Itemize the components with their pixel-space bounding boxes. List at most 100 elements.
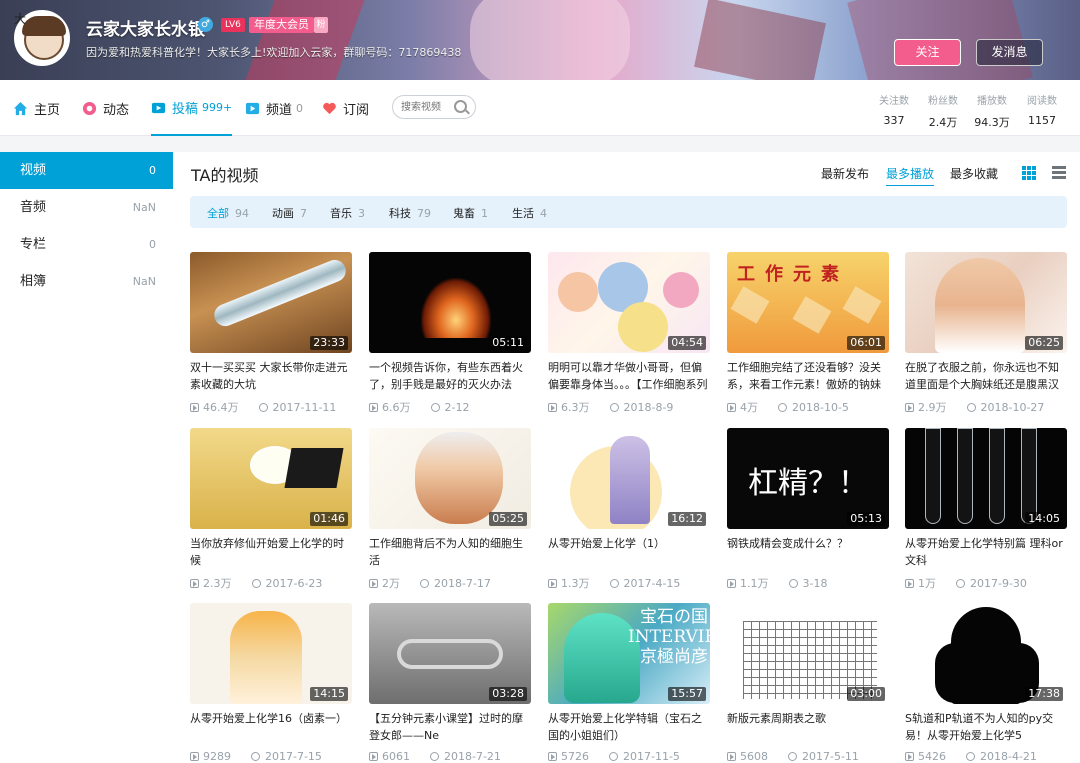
video-thumbnail[interactable]: 14:05 [905, 428, 1067, 529]
video-card[interactable]: 工作元素 06:01 工作细胞完结了还没看够？没关系，来看工作元素！傲娇的钠妹子… [727, 252, 889, 415]
video-thumbnail[interactable]: 04:54 [548, 252, 710, 353]
clock-icon [609, 578, 619, 588]
clock-icon [778, 402, 787, 412]
list-view-icon[interactable] [1052, 166, 1066, 180]
video-thumbnail[interactable]: 宝石の国 INTERVIEW 京極尚彦 15:57 [548, 603, 710, 704]
video-card[interactable]: 03:00 新版元素周期表之歌 5608 2017-5-11 [727, 603, 889, 763]
filter-life[interactable]: 生活 4 [512, 205, 547, 221]
video-duration: 05:13 [847, 512, 885, 526]
play-count-icon [369, 402, 378, 412]
video-card[interactable]: 06:25 在脱了衣服之前，你永远也不知道里面是个大胸妹纸还是腹黑汉砸！ 2.9… [905, 252, 1067, 415]
search-icon[interactable] [454, 100, 467, 113]
video-title[interactable]: 工作细胞背后不为人知的细胞生活 [369, 535, 531, 569]
upload-date: 2017-7-15 [265, 750, 322, 763]
sidebar-item-articles[interactable]: 专栏 0 [0, 226, 173, 263]
filter-animation[interactable]: 动画 7 [272, 205, 307, 221]
stat-fans[interactable]: 粉丝数 2.4万 [918, 92, 968, 130]
video-title[interactable]: 从零开始爱上化学16（卤素一） [190, 710, 352, 744]
video-card[interactable]: 杠精？！ 05:13 钢铁成精会变成什么？？ 1.1万 3-18 [727, 428, 889, 591]
sidebar-item-count: 0 [149, 164, 156, 177]
video-meta: 2.9万 2018-10-27 [905, 399, 1067, 415]
upload-date: 2017-5-11 [802, 750, 859, 763]
stat-following[interactable]: 关注数 337 [869, 92, 919, 127]
video-thumbnail[interactable]: 01:46 [190, 428, 352, 529]
video-card[interactable]: 23:33 双十一买买买 大家长带你走进元素收藏的大坑 46.4万 2017-11… [190, 252, 352, 415]
follow-button[interactable]: 关注 [894, 39, 961, 66]
video-title[interactable]: 从零开始爱上化学特别篇 理科or文科 [905, 535, 1067, 569]
video-card[interactable]: 14:15 从零开始爱上化学16（卤素一） 9289 2017-7-15 [190, 603, 352, 763]
play-count: 6.3万 [561, 401, 590, 414]
filter-all[interactable]: 全部 94 [207, 205, 249, 221]
video-card[interactable]: 05:25 工作细胞背后不为人知的细胞生活 2万 2018-7-17 [369, 428, 531, 591]
filter-kichiku[interactable]: 鬼畜 1 [453, 205, 488, 221]
video-card[interactable]: 16:12 从零开始爱上化学（1） 1.3万 2017-4-15 [548, 428, 710, 591]
filter-music[interactable]: 音乐 3 [330, 205, 365, 221]
thumb-text: 宝石の国 INTERVIEW 京極尚彦 [628, 607, 710, 667]
video-title[interactable]: 新版元素周期表之歌 [727, 710, 889, 744]
video-title[interactable]: 钢铁成精会变成什么？？ [727, 535, 889, 569]
video-title[interactable]: 工作细胞完结了还没看够？没关系，来看工作元素！傲娇的钠妹子 [727, 359, 889, 393]
video-thumbnail[interactable]: 05:25 [369, 428, 531, 529]
nav-dynamic[interactable]: 动态 [82, 80, 129, 136]
play-count: 2.3万 [203, 577, 232, 590]
video-title[interactable]: 一个视频告诉你，有些东西着火了，别手贱是最好的灭火办法（五 [369, 359, 531, 393]
video-thumbnail[interactable]: 05:11 [369, 252, 531, 353]
vip-fan-badge: 粉 [314, 17, 328, 33]
nav-channels[interactable]: 频道 0 [245, 80, 303, 136]
upload-date: 2018-7-21 [444, 750, 501, 763]
video-title[interactable]: 明明可以靠才华做小哥哥，但偏偏要靠身体当。。。【工作细胞系列 [548, 359, 710, 393]
video-meta: 5726 2017-11-5 [548, 750, 710, 763]
video-card[interactable]: 宝石の国 INTERVIEW 京極尚彦 15:57 从零开始爱上化学特辑（宝石之国… [548, 603, 710, 763]
video-thumbnail[interactable]: 工作元素 06:01 [727, 252, 889, 353]
video-thumbnail[interactable]: 16:12 [548, 428, 710, 529]
video-icon [151, 102, 166, 113]
sort-most-favorited[interactable]: 最多收藏 [950, 165, 998, 182]
sidebar-item-audio[interactable]: 音频 NaN [0, 189, 173, 226]
video-thumbnail[interactable]: 03:28 [369, 603, 531, 704]
sidebar-item-albums[interactable]: 相簿 NaN [0, 263, 173, 300]
sidebar-item-video[interactable]: 视频 0 [0, 152, 173, 189]
video-thumbnail[interactable]: 杠精？！ 05:13 [727, 428, 889, 529]
video-thumbnail[interactable]: 03:00 [727, 603, 889, 704]
video-thumbnail[interactable]: 06:25 [905, 252, 1067, 353]
video-meta: 6.3万 2018-8-9 [548, 399, 710, 415]
filter-label: 全部 [207, 207, 229, 220]
video-title[interactable]: 从零开始爱上化学（1） [548, 535, 710, 569]
upload-date: 2018-4-21 [980, 750, 1037, 763]
sort-most-played[interactable]: 最多播放 [886, 165, 935, 186]
video-title[interactable]: S轨道和P轨道不为人知的py交易！从零开始爱上化学5 [905, 710, 1067, 744]
video-title[interactable]: 在脱了衣服之前，你永远也不知道里面是个大胸妹纸还是腹黑汉砸！ [905, 359, 1067, 393]
page-title: TA的视频 [191, 166, 259, 185]
video-title[interactable]: 【五分钟元素小课堂】过时的摩登女郎——Ne [369, 710, 531, 744]
anime-art [663, 272, 699, 308]
video-card[interactable]: 05:11 一个视频告诉你，有些东西着火了，别手贱是最好的灭火办法（五 6.6万… [369, 252, 531, 415]
video-title[interactable]: 从零开始爱上化学特辑（宝石之国的小姐姐们） [548, 710, 710, 744]
filter-tech[interactable]: 科技 79 [389, 205, 431, 221]
search-input[interactable] [401, 99, 453, 115]
video-card[interactable]: 17:38 S轨道和P轨道不为人知的py交易！从零开始爱上化学5 5426 201… [905, 603, 1067, 763]
filter-count: 79 [417, 207, 431, 220]
video-card[interactable]: 03:28 【五分钟元素小课堂】过时的摩登女郎——Ne 6061 2018-7-2… [369, 603, 531, 763]
silhouette-art [935, 643, 1039, 703]
thumb-text: 杠精？！ [748, 466, 868, 501]
video-title[interactable]: 当你放弃修仙开始爱上化学的时候 [190, 535, 352, 569]
grid-view-icon[interactable] [1022, 166, 1036, 180]
vip-badge[interactable]: 年度大会员 [249, 17, 314, 33]
video-thumbnail[interactable]: 14:15 [190, 603, 352, 704]
nav-uploads[interactable]: 投稿 999+ [151, 80, 233, 136]
sidebar-item-label: 音频 [20, 200, 47, 215]
sort-newest[interactable]: 最新发布 [821, 165, 869, 182]
video-thumbnail[interactable]: 23:33 [190, 252, 352, 353]
video-card[interactable]: 04:54 明明可以靠才华做小哥哥，但偏偏要靠身体当。。。【工作细胞系列 6.3… [548, 252, 710, 415]
send-message-button[interactable]: 发消息 [976, 39, 1043, 66]
video-card[interactable]: 14:05 从零开始爱上化学特别篇 理科or文科 1万 2017-9-30 [905, 428, 1067, 591]
nav-home[interactable]: 主页 [13, 80, 60, 136]
video-thumbnail[interactable]: 17:38 [905, 603, 1067, 704]
video-meta: 5608 2017-5-11 [727, 750, 889, 763]
video-title[interactable]: 双十一买买买 大家长带你走进元素收藏的大坑 [190, 359, 352, 393]
upload-date: 2017-4-15 [623, 576, 681, 590]
video-card[interactable]: 01:46 当你放弃修仙开始爱上化学的时候 2.3万 2017-6-23 [190, 428, 352, 591]
play-count-icon [727, 578, 736, 588]
play-count: 46.4万 [203, 401, 239, 414]
nav-subscriptions[interactable]: 订阅 [322, 80, 369, 136]
